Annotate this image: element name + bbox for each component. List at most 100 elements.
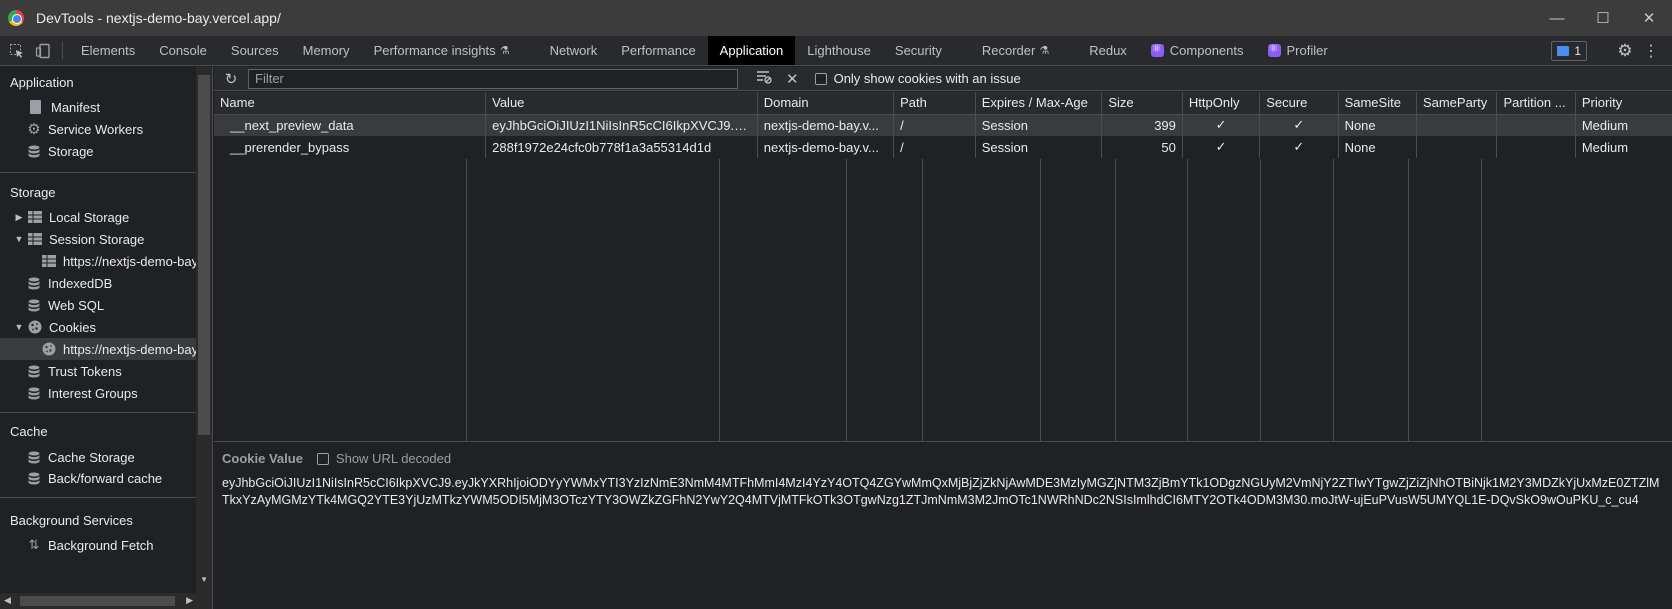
device-toolbar-icon[interactable] bbox=[30, 36, 56, 65]
section-divider bbox=[0, 172, 197, 173]
table-empty-area bbox=[214, 159, 1672, 442]
sidebar-item-cache-storage[interactable]: Cache Storage bbox=[0, 446, 197, 468]
sidebar-item-session-storage-origin[interactable]: https://nextjs-demo-bay.vercel.app bbox=[0, 250, 212, 272]
sidebar-item-manifest[interactable]: Manifest bbox=[0, 96, 197, 118]
inspect-element-icon[interactable] bbox=[4, 36, 30, 65]
minimize-icon[interactable]: — bbox=[1534, 0, 1580, 36]
sidebar-item-back-forward-cache[interactable]: Back/forward cache bbox=[0, 467, 197, 489]
cookies-toolbar: ↻ ✕ Only show cookies with an issue bbox=[214, 67, 1672, 91]
tab-performance[interactable]: Performance bbox=[609, 36, 707, 65]
tab-recorder[interactable]: Recorder ⚗ bbox=[970, 36, 1061, 65]
scroll-left-arrow-icon[interactable]: ◀ bbox=[4, 595, 11, 606]
table-row[interactable]: __next_preview_data eyJhbGciOiJIUzI1NiIsI… bbox=[214, 114, 1672, 136]
tab-label: Application bbox=[719, 43, 784, 58]
tab-application[interactable]: Application bbox=[707, 36, 796, 65]
sidebar-item-session-storage[interactable]: ▼ Session Storage bbox=[0, 228, 197, 250]
column-header-size[interactable]: Size bbox=[1101, 92, 1183, 115]
table-cell: None bbox=[1338, 114, 1417, 136]
scroll-down-arrow-icon[interactable]: ▼ bbox=[200, 575, 208, 584]
tab-label: Components bbox=[1169, 43, 1244, 58]
table-cell: ✓ bbox=[1259, 114, 1339, 136]
column-header-secure[interactable]: Secure bbox=[1259, 92, 1339, 115]
tab-performance-insights[interactable]: Performance insights ⚗ bbox=[362, 36, 522, 65]
sidebar-item-background-fetch[interactable]: ⇅ Background Fetch bbox=[0, 534, 197, 556]
table-cell: Session bbox=[975, 136, 1103, 158]
sidebar-item-service-workers[interactable]: ⚙ Service Workers bbox=[0, 118, 197, 140]
column-header-partition[interactable]: Partition ... bbox=[1496, 92, 1576, 115]
sidebar-item-interest-groups[interactable]: Interest Groups bbox=[0, 382, 197, 404]
tab-lighthouse[interactable]: Lighthouse bbox=[795, 36, 883, 65]
cookie-value-pane: Cookie Value Show URL decoded eyJhbGciOi… bbox=[214, 442, 1672, 609]
tab-memory[interactable]: Memory bbox=[291, 36, 362, 65]
clear-all-cookies-icon[interactable]: ✕ bbox=[786, 70, 799, 88]
tab-components[interactable]: Components bbox=[1139, 36, 1256, 65]
sidebar-item-indexeddb[interactable]: IndexedDB bbox=[0, 272, 197, 294]
issues-counter-button[interactable]: 1 bbox=[1551, 40, 1587, 61]
table-cell: __prerender_bypass bbox=[214, 136, 487, 158]
collapse-triangle-icon[interactable]: ▼ bbox=[14, 322, 24, 332]
cookie-icon bbox=[42, 342, 56, 356]
column-header-value[interactable]: Value bbox=[485, 92, 758, 115]
scrollbar-thumb[interactable] bbox=[20, 596, 175, 606]
tab-label: Recorder bbox=[981, 43, 1036, 58]
section-divider bbox=[0, 412, 197, 413]
tab-redux[interactable]: Redux bbox=[1077, 36, 1139, 65]
column-header-name[interactable]: Name bbox=[214, 92, 487, 115]
tab-profiler[interactable]: Profiler bbox=[1256, 36, 1340, 65]
more-options-icon[interactable]: ⋮ bbox=[1638, 41, 1664, 61]
cookie-value-title: Cookie Value bbox=[222, 451, 303, 466]
tab-security[interactable]: Security bbox=[883, 36, 954, 65]
sidebar-item-label: Local Storage bbox=[49, 209, 130, 225]
column-header-path[interactable]: Path bbox=[893, 92, 976, 115]
clear-filtered-cookies-icon[interactable] bbox=[756, 70, 772, 87]
column-header-domain[interactable]: Domain bbox=[757, 92, 895, 115]
sidebar-vertical-scrollbar[interactable]: ▼ bbox=[196, 67, 212, 609]
tab-label: Profiler bbox=[1286, 43, 1328, 58]
tab-label: Elements bbox=[81, 43, 136, 58]
tab-elements[interactable]: Elements bbox=[69, 36, 147, 65]
sidebar-item-cookies-origin[interactable]: https://nextjs-demo-bay.vercel.app bbox=[0, 338, 212, 360]
scroll-right-arrow-icon[interactable]: ▶ bbox=[186, 595, 193, 606]
sidebar-item-cookies[interactable]: ▼ Cookies bbox=[0, 316, 197, 338]
sidebar-item-storage-overview[interactable]: Storage bbox=[0, 140, 197, 162]
column-header-sameparty[interactable]: SameParty bbox=[1416, 92, 1498, 115]
database-icon bbox=[27, 144, 41, 158]
sidebar-item-label: Cookies bbox=[49, 319, 96, 335]
tab-sources[interactable]: Sources bbox=[219, 36, 291, 65]
refresh-icon[interactable]: ↻ bbox=[218, 70, 244, 88]
cookie-value-text[interactable]: eyJhbGciOiJIUzI1NiIsInR5cCI6IkpXVCJ9.eyJ… bbox=[222, 475, 1662, 509]
show-url-decoded-checkbox[interactable] bbox=[316, 452, 329, 465]
column-header-expires-max-age[interactable]: Expires / Max-Age bbox=[975, 92, 1103, 115]
filter-input[interactable] bbox=[248, 68, 738, 89]
collapse-triangle-icon[interactable]: ▼ bbox=[14, 234, 24, 244]
sidebar-item-local-storage[interactable]: ▶ Local Storage bbox=[0, 206, 197, 228]
close-icon[interactable]: ✕ bbox=[1626, 0, 1672, 36]
cookie-value-header: Cookie Value Show URL decoded bbox=[222, 451, 451, 466]
settings-gear-icon[interactable]: ⚙ bbox=[1612, 41, 1638, 61]
database-icon bbox=[27, 386, 41, 400]
up-down-arrows-icon: ⇅ bbox=[28, 537, 40, 552]
only-issues-checkbox[interactable] bbox=[814, 72, 827, 85]
column-header-samesite[interactable]: SameSite bbox=[1338, 92, 1417, 115]
tab-console[interactable]: Console bbox=[147, 36, 219, 65]
issue-message-icon bbox=[1557, 45, 1570, 56]
column-header-httponly[interactable]: HttpOnly bbox=[1182, 92, 1261, 115]
section-header-cache: Cache bbox=[10, 424, 48, 439]
tab-label: Console bbox=[159, 43, 207, 58]
maximize-icon[interactable]: ☐ bbox=[1580, 0, 1626, 36]
table-cell: / bbox=[893, 114, 976, 136]
tab-network[interactable]: Network bbox=[538, 36, 610, 65]
scrollbar-thumb[interactable] bbox=[198, 75, 210, 435]
tab-label: Redux bbox=[1089, 43, 1127, 58]
column-header-priority[interactable]: Priority bbox=[1575, 92, 1672, 115]
sidebar-item-web-sql[interactable]: Web SQL bbox=[0, 294, 197, 316]
sidebar-item-label: Back/forward cache bbox=[48, 470, 163, 486]
table-cell bbox=[1416, 114, 1498, 136]
table-row[interactable]: __prerender_bypass 288f1972e24cfc0b778f1a… bbox=[214, 136, 1672, 158]
sidebar-item-trust-tokens[interactable]: Trust Tokens bbox=[0, 360, 197, 382]
database-icon bbox=[27, 450, 41, 464]
expand-triangle-icon[interactable]: ▶ bbox=[14, 212, 24, 223]
sidebar-horizontal-scrollbar[interactable]: ◀ ▶ bbox=[0, 593, 197, 609]
experimental-flask-icon: ⚗ bbox=[499, 45, 510, 57]
table-grid-icon bbox=[28, 232, 42, 246]
